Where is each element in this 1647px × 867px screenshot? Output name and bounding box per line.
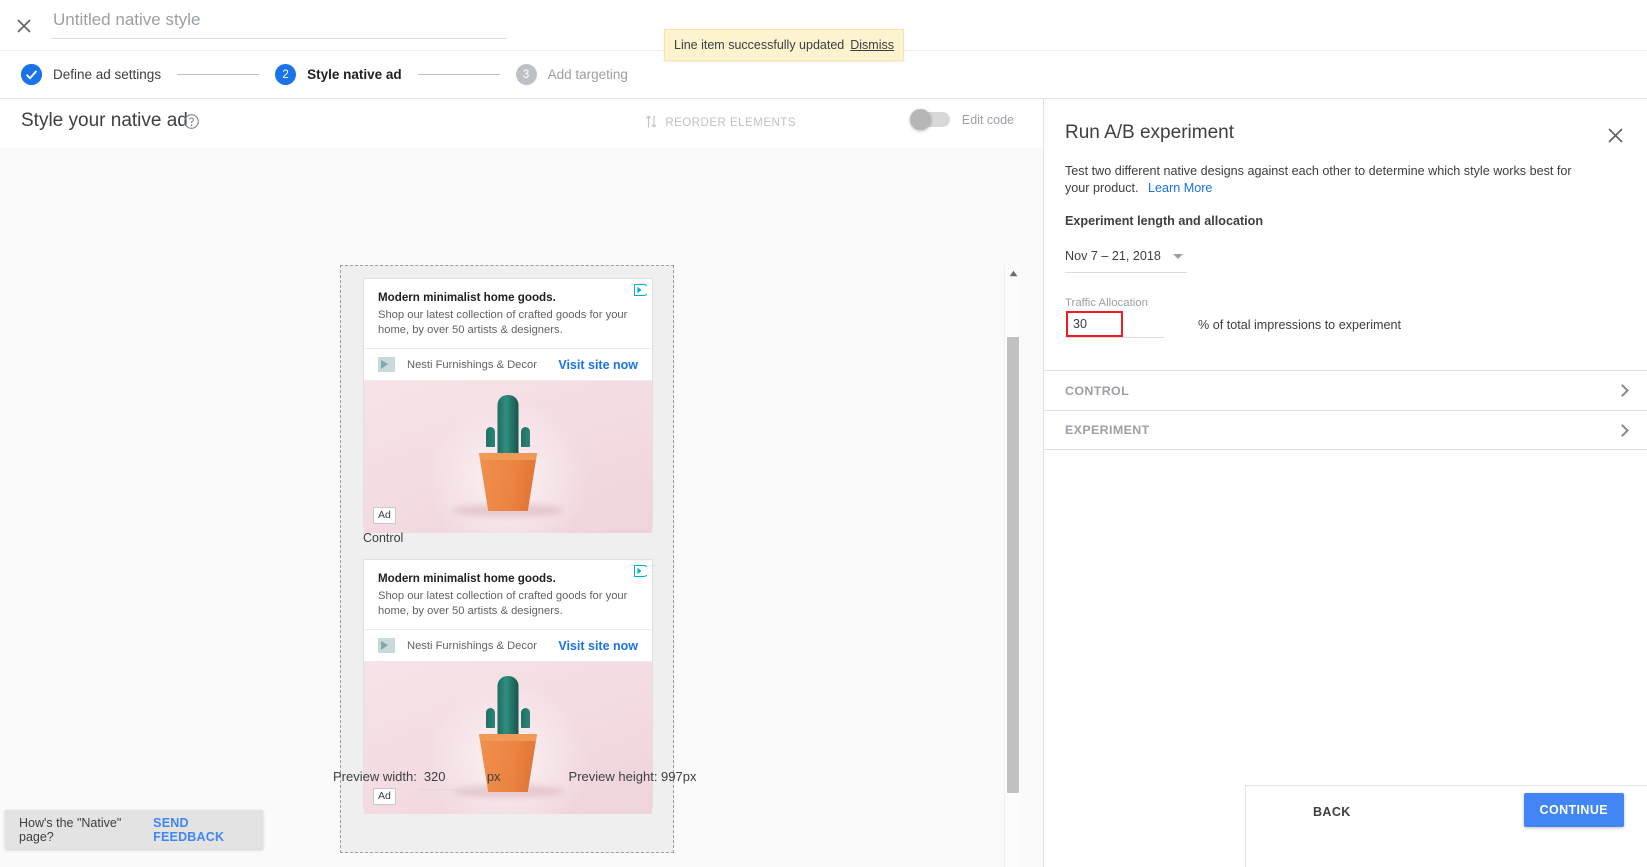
step-2-circle: 2 — [275, 64, 297, 85]
adchoices-icon[interactable] — [634, 564, 650, 577]
close-icon[interactable] — [1604, 124, 1626, 146]
ad-card-control[interactable]: Modern minimalist home goods. Shop our l… — [363, 278, 653, 533]
preview-scrollbar[interactable] — [1004, 265, 1020, 867]
adchoices-icon[interactable] — [634, 283, 650, 296]
ad-badge: Ad — [373, 507, 396, 524]
ad-cta-button[interactable]: Visit site now — [558, 358, 638, 372]
page-title: Style your native ad — [21, 110, 188, 131]
send-feedback-link[interactable]: SEND FEEDBACK — [153, 816, 249, 844]
traffic-allocation-underline — [1065, 337, 1164, 338]
step-connector-2 — [417, 74, 500, 75]
learn-more-link[interactable]: Learn More — [1148, 181, 1212, 195]
toast-message: Line item successfully updated — [674, 38, 845, 52]
ad-advertiser-row: Nesti Furnishings & Decor Visit site now — [364, 629, 652, 662]
accordion-experiment-label: EXPERIMENT — [1065, 423, 1150, 437]
toast-notification: Line item successfully updated Dismiss — [664, 29, 904, 61]
chevron-up-icon[interactable] — [1005, 265, 1021, 281]
date-range-field[interactable]: Nov 7 – 21, 2018 — [1065, 249, 1187, 273]
edit-code-toggle[interactable] — [909, 109, 950, 130]
cactus-body — [497, 395, 519, 457]
ad-body-text: Shop our latest collection of crafted go… — [378, 590, 628, 617]
ad-card-header: Modern minimalist home goods. Shop our l… — [364, 560, 652, 629]
close-icon[interactable] — [6, 8, 42, 44]
ad-cta-button[interactable]: Visit site now — [558, 639, 638, 653]
traffic-allocation-label: Traffic Allocation — [1065, 297, 1148, 309]
caret-down-icon[interactable] — [1173, 254, 1183, 259]
left-pane: Style your native ad REORDER ELEMENTS Ed… — [0, 99, 1043, 867]
panel-description: Test two different native designs agains… — [1065, 164, 1572, 195]
accordion-control[interactable]: CONTROL — [1044, 370, 1647, 410]
reorder-elements-label: REORDER ELEMENTS — [665, 116, 796, 129]
help-circle-icon[interactable] — [184, 114, 199, 129]
accordion-experiment[interactable]: EXPERIMENT — [1044, 410, 1647, 450]
preview-width-input[interactable] — [418, 769, 481, 790]
ad-body-text: Shop our latest collection of crafted go… — [378, 309, 628, 336]
date-range-value: Nov 7 – 21, 2018 — [1065, 249, 1161, 263]
app-root: Line item successfully updated Dismiss D… — [0, 0, 1647, 867]
traffic-allocation-suffix: % of total impressions to experiment — [1198, 318, 1401, 332]
cactus-pot — [478, 453, 538, 511]
step-1-circle — [21, 64, 42, 85]
ad-card-header: Modern minimalist home goods. Shop our l… — [364, 279, 652, 348]
ad-image: Ad — [364, 381, 652, 533]
cactus-body — [497, 676, 519, 738]
ad-advertiser-row: Nesti Furnishings & Decor Visit site now — [364, 348, 652, 381]
cactus-arm-right — [521, 708, 530, 728]
feedback-bar: How's the "Native" page? SEND FEEDBACK — [5, 810, 263, 849]
toast-dismiss-link[interactable]: Dismiss — [850, 38, 894, 52]
traffic-allocation-input[interactable] — [1066, 311, 1123, 337]
wizard-action-bar: BACK CONTINUE — [1245, 785, 1647, 867]
ab-experiment-panel: Run A/B experiment Test two different na… — [1043, 99, 1647, 867]
feedback-question: How's the "Native" page? — [19, 815, 122, 844]
step-3-circle: 3 — [515, 64, 537, 85]
cactus-arm-right — [521, 427, 530, 447]
cactus-arm-left — [486, 427, 495, 447]
preview-width-unit: px — [486, 769, 501, 784]
experiment-length-label: Experiment length and allocation — [1065, 214, 1264, 228]
sort-arrows-icon — [645, 114, 658, 131]
advertiser-name: Nesti Furnishings & Decor — [407, 358, 537, 371]
advertiser-logo-icon — [378, 357, 395, 372]
scrollbar-thumb[interactable] — [1007, 337, 1019, 793]
preview-canvas: Modern minimalist home goods. Shop our l… — [0, 148, 1043, 867]
step-add-targeting[interactable]: 3 Add targeting — [515, 64, 628, 85]
advertiser-name: Nesti Furnishings & Decor — [407, 639, 537, 652]
ad-preview-container: Modern minimalist home goods. Shop our l… — [340, 265, 674, 853]
variant-label-control: Control — [363, 531, 404, 545]
preview-height-label: Preview height: 997px — [568, 769, 697, 784]
ad-headline: Modern minimalist home goods. — [378, 572, 556, 585]
back-button[interactable]: BACK — [1299, 796, 1365, 828]
style-name-input[interactable] — [51, 5, 506, 39]
advertiser-logo-icon — [378, 638, 395, 653]
panel-description-wrap: Test two different native designs agains… — [1065, 163, 1577, 197]
step-2-label: Style native ad — [307, 67, 402, 82]
step-1-label: Define ad settings — [53, 67, 162, 82]
left-pane-header: Style your native ad REORDER ELEMENTS Ed… — [0, 99, 1043, 148]
step-style-native-ad[interactable]: 2 Style native ad — [275, 64, 402, 85]
panel-title: Run A/B experiment — [1065, 122, 1234, 143]
step-connector-1 — [177, 74, 260, 75]
chevron-right-icon — [1616, 384, 1629, 397]
ad-headline: Modern minimalist home goods. — [378, 291, 556, 304]
cactus-arm-left — [486, 708, 495, 728]
preview-width-label: Preview width: — [333, 769, 417, 784]
continue-button[interactable]: CONTINUE — [1523, 793, 1624, 827]
accordion-control-label: CONTROL — [1065, 383, 1130, 398]
step-3-label: Add targeting — [547, 67, 628, 82]
edit-code-label: Edit code — [961, 112, 1014, 127]
preview-size-row: Preview width: px Preview height: 997px — [333, 769, 733, 809]
chevron-right-icon — [1616, 423, 1629, 437]
reorder-elements-button[interactable]: REORDER ELEMENTS — [645, 114, 796, 131]
toggle-knob — [909, 109, 931, 130]
step-define-ad-settings[interactable]: Define ad settings — [21, 64, 161, 85]
edit-code-toggle-wrap: Edit code — [909, 109, 1014, 130]
